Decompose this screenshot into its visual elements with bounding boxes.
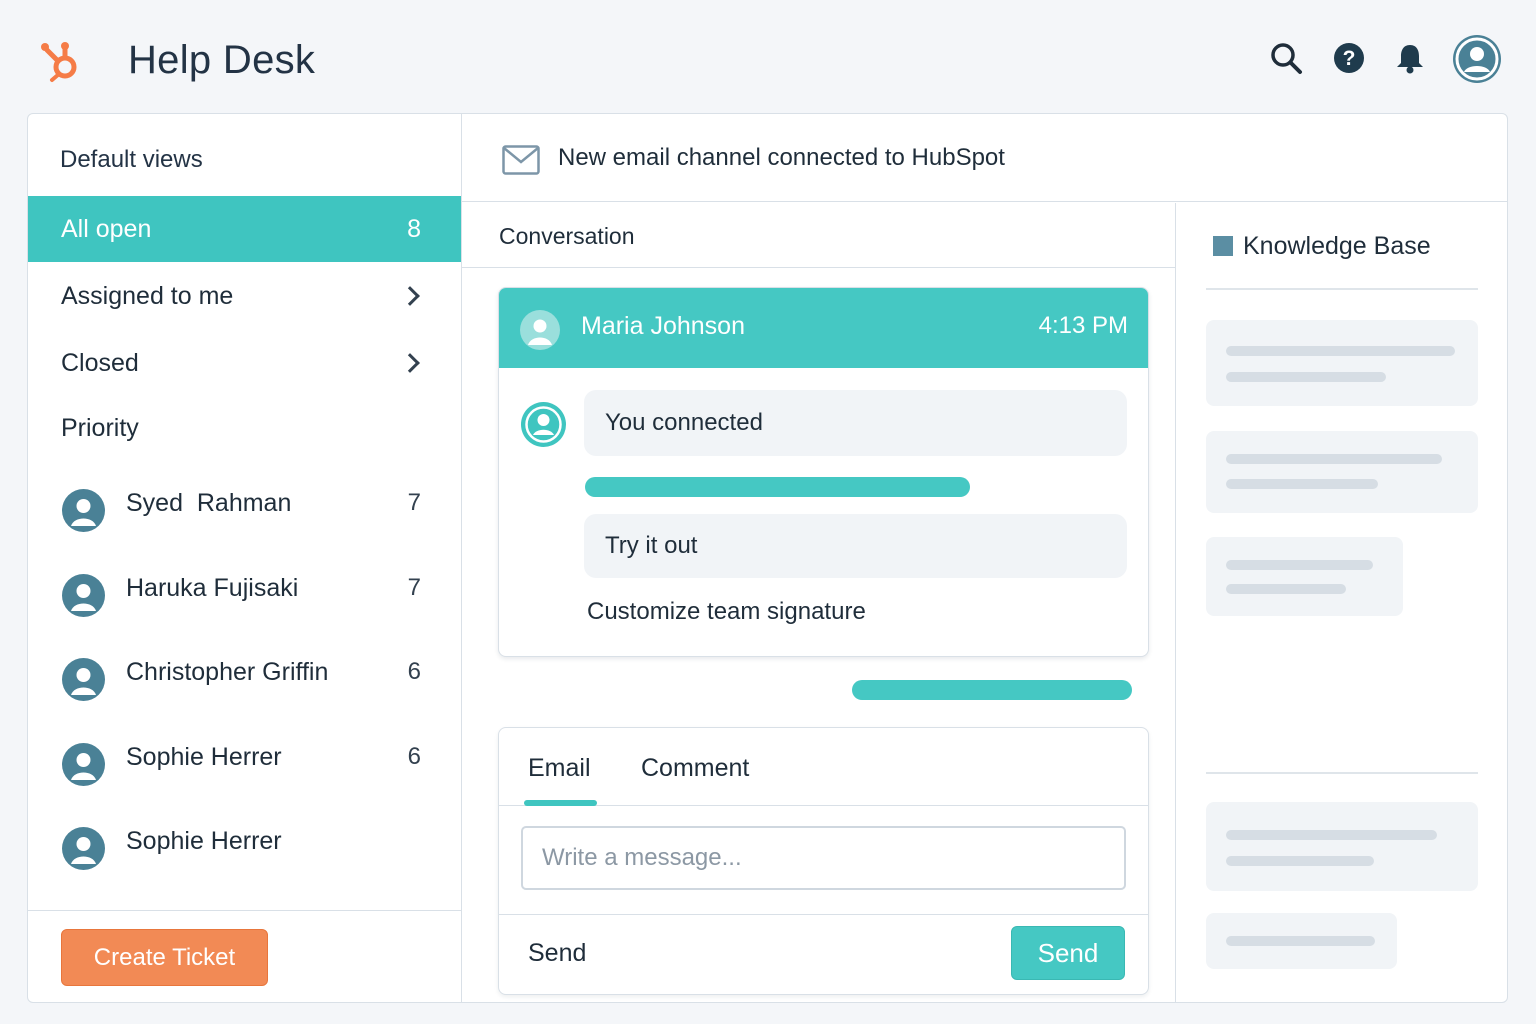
agent-name: Sophie Herrer — [126, 827, 282, 855]
skeleton-line — [1226, 830, 1437, 840]
agent-avatar — [62, 743, 105, 786]
agent-row[interactable]: Syed Rahman 7 — [28, 479, 461, 539]
kb-article-placeholder[interactable] — [1206, 537, 1403, 616]
notification-text: New email channel connected to HubSpot — [558, 144, 1005, 171]
user-avatar[interactable] — [1453, 35, 1501, 83]
agent-ticket-count: 6 — [407, 743, 421, 770]
conversation-title: Conversation — [499, 223, 635, 249]
message-bubble: Try it out — [584, 514, 1127, 578]
sender-name: Maria Johnson — [581, 312, 745, 340]
top-bar: Help Desk ? — [0, 0, 1536, 112]
tab-email[interactable]: Email — [528, 754, 591, 783]
message-input[interactable] — [521, 826, 1126, 890]
divider — [1206, 772, 1478, 774]
skeleton-line — [1226, 479, 1378, 489]
svg-text:?: ? — [1343, 47, 1356, 70]
help-icon[interactable]: ? — [1331, 40, 1367, 76]
progress-bar — [585, 477, 970, 497]
mail-icon — [502, 145, 540, 180]
kb-article-placeholder[interactable] — [1206, 320, 1478, 406]
agent-name: Syed Rahman — [126, 489, 292, 517]
sidebar-item-all-open[interactable]: All open 8 — [28, 196, 461, 262]
composer-tabs: Email Comment — [499, 728, 1148, 806]
knowledge-base-panel: Knowledge Base — [1176, 203, 1507, 1002]
agent-avatar — [62, 489, 105, 532]
skeleton-line — [1226, 454, 1442, 464]
agent-ticket-count: 6 — [407, 658, 421, 685]
notification-bar: New email channel connected to HubSpot — [462, 114, 1507, 202]
sidebar-item-closed[interactable]: Closed — [28, 330, 461, 396]
kb-article-placeholder[interactable] — [1206, 802, 1478, 891]
active-tab-indicator — [524, 800, 597, 806]
conversation-panel: Conversation Maria Johnson 4:13 PM You c… — [462, 203, 1176, 1002]
agent-ticket-count: 7 — [407, 489, 421, 516]
chevron-right-icon — [400, 353, 420, 373]
kb-article-placeholder[interactable] — [1206, 431, 1478, 513]
tab-comment[interactable]: Comment — [641, 754, 749, 783]
agent-name: Sophie Herrer — [126, 743, 282, 771]
main-panel: Default views All open 8 Assigned to me … — [27, 113, 1508, 1003]
skeleton-line — [1226, 936, 1375, 946]
sidebar: Default views All open 8 Assigned to me … — [28, 114, 462, 1002]
send-button[interactable]: Send — [1011, 926, 1125, 980]
send-label: Send — [528, 939, 587, 967]
kb-article-placeholder[interactable] — [1206, 913, 1397, 969]
composer-footer: Send Send — [499, 914, 1148, 994]
message-card: Maria Johnson 4:13 PM You connected Try … — [498, 287, 1149, 657]
skeleton-line — [1226, 372, 1386, 382]
customize-signature-link[interactable]: Customize team signature — [587, 598, 866, 626]
skeleton-line — [1226, 346, 1455, 356]
knowledge-base-title: Knowledge Base — [1243, 232, 1431, 260]
reply-composer: Email Comment Send Send — [498, 727, 1149, 995]
message-header: Maria Johnson 4:13 PM — [499, 288, 1148, 368]
typing-indicator-bar — [852, 680, 1132, 700]
book-square-icon — [1213, 236, 1233, 256]
skeleton-line — [1226, 856, 1374, 866]
priority-heading: Priority — [61, 414, 139, 442]
hubspot-logo-icon[interactable] — [38, 38, 84, 84]
skeleton-line — [1226, 584, 1346, 594]
agent-avatar — [521, 402, 566, 447]
agent-name: Christopher Griffin — [126, 658, 329, 686]
app-title: Help Desk — [128, 38, 316, 82]
create-ticket-button[interactable]: Create Ticket — [61, 929, 268, 986]
bell-icon[interactable] — [1392, 40, 1428, 76]
sidebar-item-label: Assigned to me — [61, 281, 234, 310]
agent-row[interactable]: Haruka Fujisaki 7 — [28, 564, 461, 624]
search-icon[interactable] — [1268, 40, 1304, 76]
agent-row[interactable]: Christopher Griffin 6 — [28, 648, 461, 708]
agent-avatar — [62, 827, 105, 870]
message-bubble: You connected — [584, 390, 1127, 456]
sender-avatar — [520, 310, 560, 350]
agent-avatar — [62, 574, 105, 617]
divider — [1206, 288, 1478, 290]
sidebar-item-label: All open — [61, 214, 152, 243]
sidebar-footer: Create Ticket — [28, 910, 461, 1002]
sidebar-item-count: 8 — [407, 214, 421, 243]
sidebar-item-assigned-to-me[interactable]: Assigned to me — [28, 263, 461, 329]
agent-name: Haruka Fujisaki — [126, 574, 299, 602]
skeleton-line — [1226, 560, 1373, 570]
message-time: 4:13 PM — [1038, 312, 1128, 339]
chevron-right-icon — [400, 286, 420, 306]
agent-row[interactable]: Sophie Herrer — [28, 817, 461, 877]
agent-row[interactable]: Sophie Herrer 6 — [28, 733, 461, 793]
agent-avatar — [62, 658, 105, 701]
sidebar-heading: Default views — [60, 146, 203, 173]
conversation-header: Conversation — [462, 203, 1176, 268]
agent-ticket-count: 7 — [407, 574, 421, 601]
sidebar-item-label: Closed — [61, 348, 139, 377]
